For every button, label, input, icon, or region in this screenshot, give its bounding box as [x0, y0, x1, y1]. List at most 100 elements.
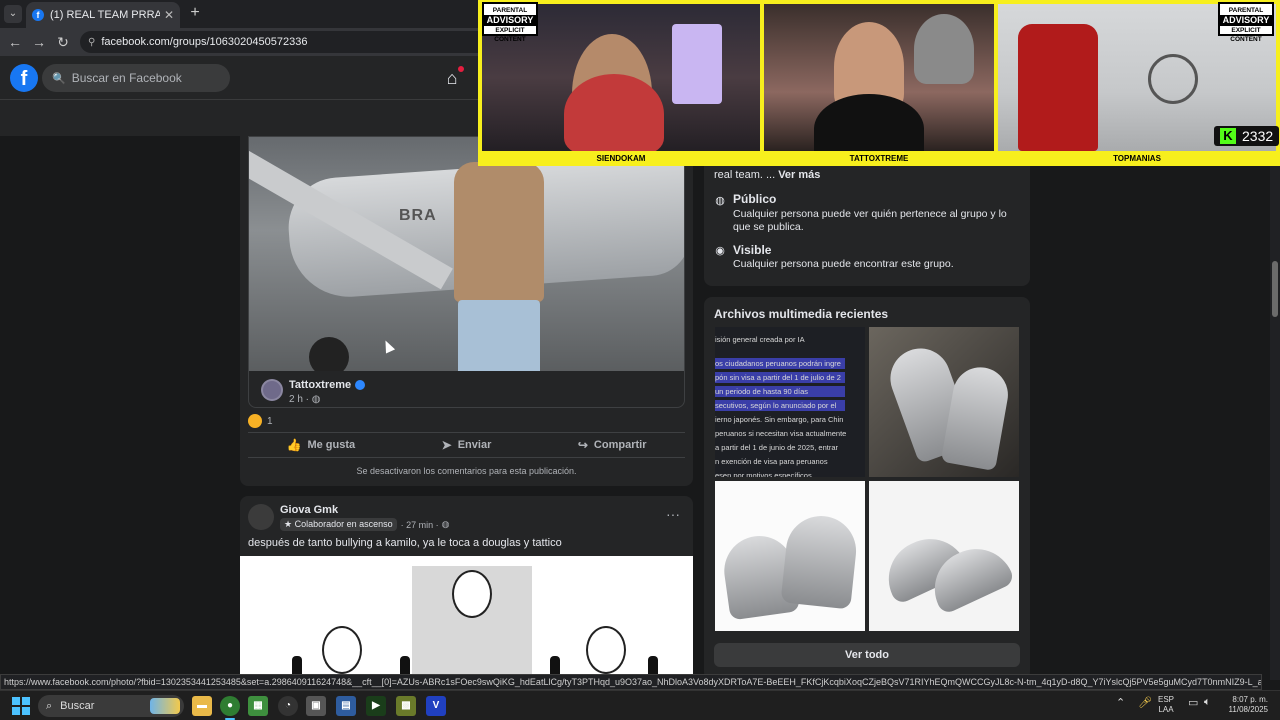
- screen: ⌄ f (1) REAL TEAM PRRAS! | Facebo ✕ + ← …: [0, 0, 1280, 720]
- home-icon[interactable]: ⌂: [440, 66, 464, 90]
- privacy-title: Público: [733, 192, 777, 206]
- share-button[interactable]: ↪ Compartir: [539, 433, 685, 457]
- media-thumbnail[interactable]: [869, 481, 1019, 631]
- about-description: real team. ... Ver más: [714, 169, 821, 181]
- kick-logo-icon: K: [1220, 128, 1236, 144]
- facebook-logo[interactable]: f: [10, 64, 38, 92]
- app-v-icon[interactable]: V: [426, 696, 446, 716]
- shared-time[interactable]: 2 h · ◍: [289, 394, 321, 405]
- tab-title: (1) REAL TEAM PRRAS! | Facebo: [50, 9, 160, 21]
- facebook-search-input[interactable]: 🔍 Buscar en Facebook: [42, 64, 230, 92]
- post-photo[interactable]: BRA: [249, 137, 684, 371]
- facebook-favicon-icon: f: [32, 9, 44, 21]
- notification-dot: [458, 66, 464, 72]
- cam-label: TOPMANIAS: [1113, 154, 1161, 163]
- mask-decoration: [914, 14, 974, 84]
- thumbnail-text-line: ierno japonés. Sin embargo, para Chin: [715, 415, 844, 424]
- tray-chevron-icon[interactable]: ⌃: [1116, 696, 1125, 709]
- media-thumbnail[interactable]: [715, 481, 865, 631]
- avatar[interactable]: [248, 504, 274, 530]
- post-time[interactable]: · 27 min ·: [401, 520, 439, 530]
- chrome-icon[interactable]: ●: [220, 696, 240, 720]
- more-options-icon[interactable]: ···: [666, 506, 680, 522]
- comments-disabled-notice: Se desactivaron los comentarios para est…: [356, 466, 577, 476]
- post-author[interactable]: Giova Gmk: [280, 504, 338, 516]
- streamer-shirt: [814, 94, 924, 151]
- photo-viewer-icon[interactable]: ▣: [306, 696, 326, 716]
- meme-face-right: [586, 626, 626, 674]
- cam-label: TATTOXTREME: [849, 154, 909, 163]
- tab-close-icon[interactable]: ✕: [164, 8, 174, 22]
- plane-wheel: [309, 337, 349, 371]
- post-actions: 👍 Me gusta ➤ Enviar ↪ Compartir: [248, 432, 685, 458]
- care-reaction-icon: [248, 414, 262, 428]
- thumbnail-text-line: os ciudadanos peruanos podrán ingre: [715, 359, 841, 368]
- shared-post[interactable]: BRA Tattoxtreme 2 h · ◍: [248, 136, 685, 408]
- thumbnail-text-line: a partir del 1 de junio de 2025, entrar: [715, 443, 838, 452]
- calculator-icon[interactable]: ▤: [336, 696, 356, 716]
- plane-registration: BRA: [399, 207, 437, 224]
- thumbnail-text-line: secutivos, según lo anunciado por el: [715, 401, 837, 410]
- verified-icon: [355, 380, 366, 391]
- meme-arm: [292, 656, 302, 676]
- thumbnail-text-line: isión general creada por IA: [715, 335, 805, 344]
- send-button[interactable]: ➤ Enviar: [394, 433, 540, 457]
- fan: [1148, 54, 1198, 104]
- site-info-icon[interactable]: ⚲: [88, 37, 95, 48]
- media-thumbnail[interactable]: isión general creada por IA os ciudadanos…: [715, 327, 865, 477]
- post-text: después de tanto bullying a kamilo, ya l…: [248, 537, 562, 549]
- person-figure: [444, 162, 554, 371]
- media-thumbnail[interactable]: [869, 327, 1019, 477]
- microphone-icon[interactable]: 🎤︎: [1138, 696, 1152, 709]
- new-tab-button[interactable]: +: [186, 4, 204, 22]
- language-indicator[interactable]: ESP LAA: [1158, 695, 1174, 715]
- meme-face-left: [322, 626, 362, 674]
- address-bar[interactable]: ⚲ facebook.com/groups/1063020450572336: [80, 31, 500, 53]
- webcam-tattoxtreme: [764, 4, 994, 151]
- file-explorer-icon[interactable]: ▬: [192, 696, 212, 716]
- contributor-badge[interactable]: ★ Colaborador en ascenso: [280, 518, 397, 531]
- page-scrollbar[interactable]: [1270, 136, 1280, 680]
- meme-arm: [550, 656, 560, 676]
- volume-icon[interactable]: 🔈︎: [1204, 696, 1211, 709]
- taskbar-search-label: Buscar: [60, 700, 95, 712]
- like-button[interactable]: 👍 Me gusta: [248, 433, 394, 457]
- link-status-url: https://www.facebook.com/photo/?fbid=130…: [0, 674, 1262, 690]
- reaction-summary[interactable]: 1: [248, 414, 273, 428]
- media-player-icon[interactable]: ▶: [366, 696, 386, 716]
- globe-icon: ◍: [441, 519, 450, 529]
- tab-list-chevron-icon[interactable]: ⌄: [4, 5, 22, 23]
- thumbnail-text-line: peruanos si necesitan visa actualmente: [715, 429, 847, 438]
- avatar[interactable]: [261, 379, 283, 401]
- thumbnail-text-line: n exención de visa para peruanos: [715, 457, 828, 466]
- see-all-button[interactable]: Ver todo: [714, 643, 1020, 667]
- privacy-description: Cualquier persona puede ver quién perten…: [733, 208, 1007, 233]
- taskbar-clock[interactable]: 8:07 p. m. 11/08/2025: [1224, 695, 1268, 715]
- reload-icon[interactable]: ↻: [54, 33, 72, 51]
- game-icon[interactable]: ▩: [396, 696, 416, 716]
- recent-media-card: Archivos multimedia recientes isión gene…: [704, 297, 1030, 680]
- media-title: Archivos multimedia recientes: [714, 307, 889, 321]
- parental-advisory-logo: PARENTAL ADVISORY EXPLICIT CONTENT: [482, 2, 538, 43]
- meme-image[interactable]: [240, 556, 693, 676]
- network-icon[interactable]: ▭: [1188, 696, 1198, 709]
- minecraft-icon[interactable]: ▦: [248, 696, 268, 716]
- gaming-chair: [1018, 24, 1098, 151]
- reaction-count: 1: [267, 415, 273, 427]
- browser-tab[interactable]: f (1) REAL TEAM PRRAS! | Facebo ✕: [26, 2, 180, 28]
- person-legs: [458, 300, 540, 371]
- scrollbar-thumb[interactable]: [1272, 261, 1278, 317]
- meme-arm: [400, 656, 410, 676]
- url-text: facebook.com/groups/1063020450572336: [101, 36, 308, 48]
- see-more-link[interactable]: Ver más: [778, 169, 820, 181]
- cam-label: SIENDOKAM: [596, 154, 646, 163]
- like-icon: 👍: [286, 438, 302, 452]
- taskbar-search[interactable]: ⌕ Buscar: [38, 695, 184, 717]
- github-icon[interactable]: ◔: [278, 696, 298, 716]
- windows-icon[interactable]: [12, 697, 30, 715]
- forward-icon[interactable]: →: [30, 33, 48, 51]
- shared-author[interactable]: Tattoxtreme: [289, 379, 366, 391]
- pc-case: [672, 24, 722, 104]
- back-icon[interactable]: ←: [6, 33, 24, 51]
- windows-taskbar: ⌕ Buscar ▬ ● ▦ ◔ ▣ ▤ ▶ ▩ V ⌃ 🎤︎ ESP LAA ▭…: [0, 690, 1280, 720]
